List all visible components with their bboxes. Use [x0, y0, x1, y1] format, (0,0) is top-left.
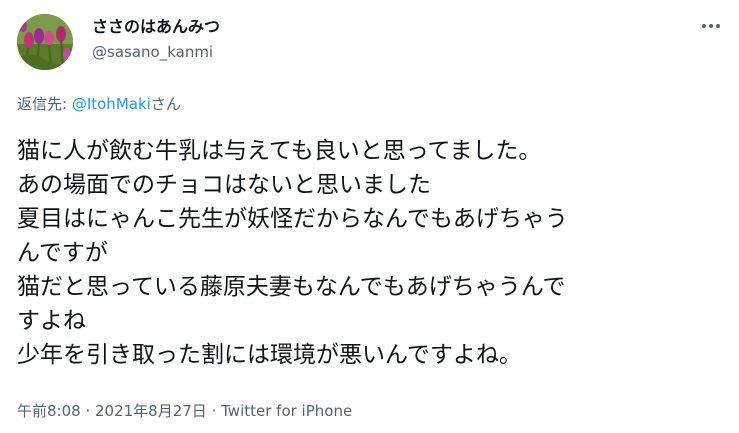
- more-dot: [716, 24, 720, 28]
- more-dot: [709, 24, 713, 28]
- tweet-date[interactable]: 2021年8月27日: [95, 402, 207, 420]
- tweet-source-link[interactable]: Twitter for iPhone: [221, 402, 352, 420]
- more-options-icon[interactable]: [697, 16, 725, 36]
- meta-separator: ·: [206, 402, 222, 420]
- replying-to: 返信先: @ItohMakiさん: [17, 94, 181, 114]
- tweet-text-line: んですが: [17, 240, 108, 266]
- reply-suffix: さん: [150, 95, 181, 113]
- tweet-metadata: 午前8:08 · 2021年8月27日 · Twitter for iPhone: [17, 401, 352, 421]
- display-name[interactable]: ささのはあんみつ: [92, 17, 220, 37]
- tweet-text-line: 少年を引き取った割には環境が悪いんですよね。: [17, 342, 522, 368]
- avatar[interactable]: [17, 14, 73, 70]
- more-dot: [702, 24, 706, 28]
- tweet-text-line: すよね: [17, 308, 86, 334]
- reply-prefix: 返信先:: [17, 95, 72, 113]
- tweet-text-line: 猫に人が飲む牛乳は与えても良いと思ってました。: [17, 138, 542, 164]
- tweet: ささのはあんみつ @sasano_kanmi 返信先: @ItohMakiさん …: [0, 0, 739, 433]
- reply-mention-link[interactable]: @ItohMaki: [72, 95, 151, 113]
- tweet-text-line: 猫だと思っている藤原夫妻もなんでもあげちゃうんで: [17, 274, 566, 300]
- tweet-text: 猫に人が飲む牛乳は与えても良いと思ってました。 あの場面でのチョコはないと思いま…: [17, 134, 732, 372]
- tulip-avatar-icon: [17, 14, 73, 70]
- user-handle[interactable]: @sasano_kanmi: [92, 42, 213, 62]
- tweet-text-line: あの場面でのチョコはないと思いました: [17, 172, 431, 198]
- tweet-text-line: 夏目はにゃんこ先生が妖怪だからなんでもあげちゃう: [17, 206, 568, 232]
- tweet-time[interactable]: 午前8:08: [17, 402, 81, 420]
- meta-separator: ·: [80, 402, 95, 420]
